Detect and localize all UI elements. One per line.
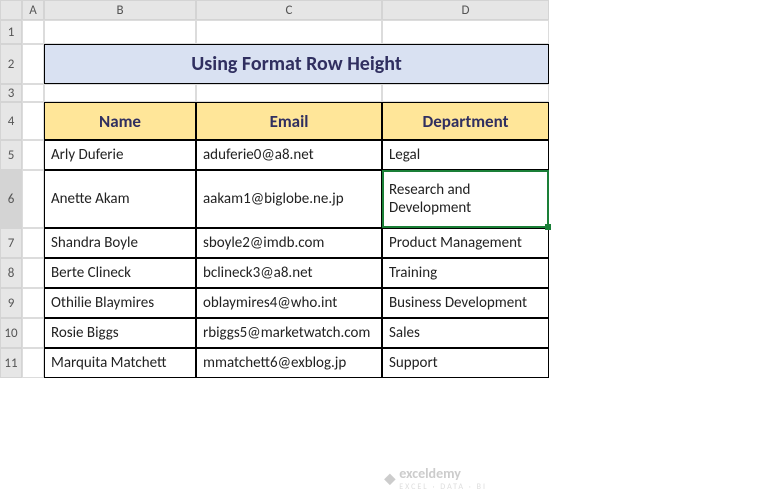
cell-a3[interactable]: [22, 84, 44, 102]
cell-a1[interactable]: [22, 20, 44, 44]
row-header-4[interactable]: 4: [0, 102, 22, 140]
cell-d3[interactable]: [382, 84, 549, 102]
table-row[interactable]: Legal: [382, 140, 549, 170]
cell-b1[interactable]: [44, 20, 196, 44]
row-header-1[interactable]: 1: [0, 20, 22, 44]
active-cell[interactable]: Research and Development: [382, 170, 549, 228]
table-row[interactable]: Marquita Matchett: [44, 348, 196, 378]
row-header-3[interactable]: 3: [0, 84, 22, 102]
cell-a9[interactable]: [22, 288, 44, 318]
row-header-2[interactable]: 2: [0, 44, 22, 84]
spreadsheet-grid: A B C D 1 2 Using Format Row Height 3 4 …: [0, 0, 767, 378]
watermark-tag: EXCEL · DATA · BI: [399, 482, 487, 492]
table-header-email[interactable]: Email: [196, 102, 382, 140]
fill-handle[interactable]: [545, 224, 551, 230]
table-row[interactable]: Arly Duferie: [44, 140, 196, 170]
row-header-10[interactable]: 10: [0, 318, 22, 348]
table-row[interactable]: Berte Clineck: [44, 258, 196, 288]
cell-c3[interactable]: [196, 84, 382, 102]
table-row[interactable]: sboyle2@imdb.com: [196, 228, 382, 258]
row-header-7[interactable]: 7: [0, 228, 22, 258]
cell-a10[interactable]: [22, 318, 44, 348]
cell-a6[interactable]: [22, 170, 44, 228]
select-all-corner[interactable]: [0, 0, 22, 20]
cell-c1[interactable]: [196, 20, 382, 44]
table-row[interactable]: Shandra Boyle: [44, 228, 196, 258]
table-row[interactable]: Product Management: [382, 228, 549, 258]
cell-a11[interactable]: [22, 348, 44, 378]
cell-a4[interactable]: [22, 102, 44, 140]
cell-a8[interactable]: [22, 258, 44, 288]
watermark: ◆ exceldemy EXCEL · DATA · BI: [384, 465, 487, 492]
col-header-d[interactable]: D: [382, 0, 549, 20]
row-header-8[interactable]: 8: [0, 258, 22, 288]
table-row[interactable]: Support: [382, 348, 549, 378]
table-row[interactable]: Training: [382, 258, 549, 288]
page-title[interactable]: Using Format Row Height: [44, 44, 549, 84]
table-row[interactable]: aakam1@biglobe.ne.jp: [196, 170, 382, 228]
table-header-dept[interactable]: Department: [382, 102, 549, 140]
table-row[interactable]: bclineck3@a8.net: [196, 258, 382, 288]
table-row[interactable]: Sales: [382, 318, 549, 348]
col-header-b[interactable]: B: [44, 0, 196, 20]
cell-value: Research and Development: [389, 181, 542, 217]
row-header-5[interactable]: 5: [0, 140, 22, 170]
table-row[interactable]: Othilie Blaymires: [44, 288, 196, 318]
table-row[interactable]: oblaymires4@who.int: [196, 288, 382, 318]
table-row[interactable]: Business Development: [382, 288, 549, 318]
col-header-a[interactable]: A: [22, 0, 44, 20]
watermark-brand: exceldemy: [399, 465, 487, 482]
cell-a7[interactable]: [22, 228, 44, 258]
row-header-9[interactable]: 9: [0, 288, 22, 318]
table-row[interactable]: rbiggs5@marketwatch.com: [196, 318, 382, 348]
cell-a2[interactable]: [22, 44, 44, 84]
watermark-icon: ◆: [384, 470, 395, 487]
row-header-6[interactable]: 6: [0, 170, 22, 228]
table-row[interactable]: aduferie0@a8.net: [196, 140, 382, 170]
cell-b3[interactable]: [44, 84, 196, 102]
table-row[interactable]: mmatchett6@exblog.jp: [196, 348, 382, 378]
table-row[interactable]: Anette Akam: [44, 170, 196, 228]
table-row[interactable]: Rosie Biggs: [44, 318, 196, 348]
row-header-11[interactable]: 11: [0, 348, 22, 378]
cell-d1[interactable]: [382, 20, 549, 44]
cell-a5[interactable]: [22, 140, 44, 170]
table-header-name[interactable]: Name: [44, 102, 196, 140]
col-header-c[interactable]: C: [196, 0, 382, 20]
